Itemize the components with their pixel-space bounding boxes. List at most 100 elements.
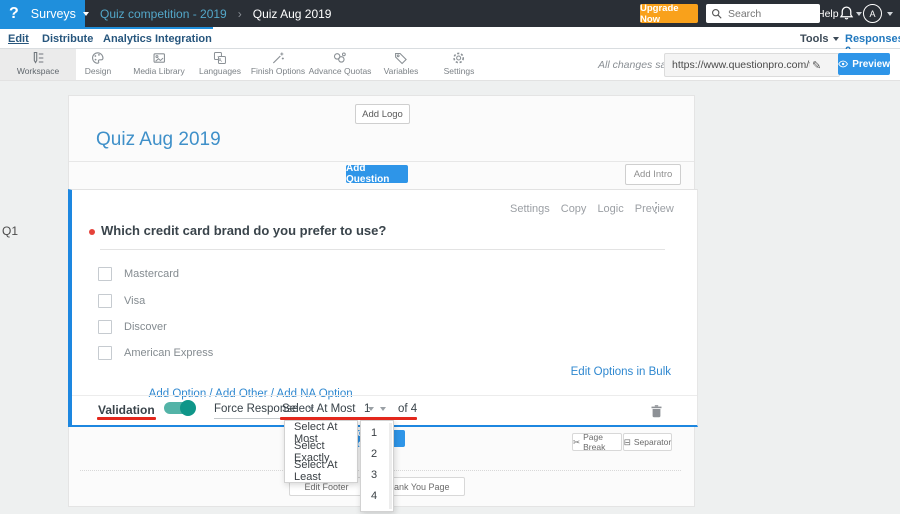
breadcrumb-current: Quiz Aug 2019 xyxy=(252,6,332,21)
tools-menu[interactable]: Tools xyxy=(800,33,839,45)
tool-variables[interactable]: Variables xyxy=(384,51,418,76)
caret-down-icon[interactable] xyxy=(887,12,893,16)
breadcrumb: Quiz competition - 2019 › Quiz Aug 2019 xyxy=(100,0,331,27)
brand-area[interactable]: ? Surveys xyxy=(0,0,89,27)
validation-toggle[interactable] xyxy=(164,400,196,416)
add-question-button-top[interactable]: Add Question xyxy=(346,163,408,185)
required-marker xyxy=(89,229,95,235)
translate-icon: A ˖ xyxy=(213,52,226,64)
add-logo-button[interactable]: Add Logo xyxy=(355,104,410,124)
edit-options-in-bulk-link[interactable]: Edit Options in Bulk xyxy=(571,366,671,378)
checkbox[interactable] xyxy=(98,294,112,308)
preview-label: Preview xyxy=(852,58,890,70)
gear-icon xyxy=(453,52,465,64)
quota-links-icon xyxy=(334,52,347,63)
checkbox[interactable] xyxy=(98,267,112,281)
tab-integration[interactable]: Integration xyxy=(155,33,212,45)
active-section-indicator xyxy=(0,27,213,29)
menu-item-select-at-least[interactable]: Select At Least xyxy=(285,459,357,483)
search-icon xyxy=(712,9,722,19)
product-switcher-label: Surveys xyxy=(30,6,76,21)
avatar[interactable]: A xyxy=(863,4,882,23)
divider xyxy=(69,161,694,162)
breadcrumb-separator: › xyxy=(237,6,242,21)
caret-down-icon xyxy=(832,37,839,41)
caret-down-icon[interactable] xyxy=(856,12,862,16)
option-label[interactable]: Mastercard xyxy=(124,268,179,280)
add-other-link[interactable]: Add Other xyxy=(215,388,267,400)
separator-button[interactable]: ⊟ Separator xyxy=(623,433,672,451)
option-label[interactable]: American Express xyxy=(124,347,213,359)
tool-languages[interactable]: A ˖ Languages xyxy=(199,51,241,76)
notifications-bell[interactable] xyxy=(839,5,854,26)
question-logic-link[interactable]: Logic xyxy=(597,203,623,215)
caret-down-icon xyxy=(380,407,387,411)
option-row[interactable]: Mastercard xyxy=(98,267,179,281)
trash-icon xyxy=(651,405,662,418)
tool-workspace[interactable]: Workspace xyxy=(17,51,59,76)
divider xyxy=(72,395,697,396)
option-row[interactable]: Discover xyxy=(98,320,167,334)
link-separator: / xyxy=(206,388,216,400)
page-break-icon: ✂ xyxy=(573,436,581,447)
add-intro-button[interactable]: Add Intro xyxy=(625,164,681,185)
page-break-button[interactable]: ✂ Page Break xyxy=(572,432,622,452)
edit-url-pencil-icon[interactable]: ✎ xyxy=(812,59,821,72)
option-row[interactable]: American Express xyxy=(98,346,213,360)
option-label[interactable]: Visa xyxy=(124,295,145,307)
questionpro-logo: ? xyxy=(9,4,19,22)
divider xyxy=(100,249,665,250)
checkbox[interactable] xyxy=(98,320,112,334)
top-bar: ? Surveys Quiz competition - 2019 › Quiz… xyxy=(0,0,900,27)
search-box[interactable] xyxy=(706,4,820,23)
tool-finish-options[interactable]: Finish Options xyxy=(251,51,305,76)
kebab-menu-icon[interactable]: ⋮ xyxy=(649,199,663,216)
validation-count-menu: 1 2 3 4 xyxy=(360,420,394,512)
share-url-box[interactable]: ✎ xyxy=(664,53,840,77)
add-option-link[interactable]: Add Option xyxy=(149,388,207,400)
validation-type-value: Select At Most xyxy=(282,403,356,415)
delete-question-button[interactable] xyxy=(650,404,663,423)
tools-label: Tools xyxy=(800,33,829,45)
question-settings-link[interactable]: Settings xyxy=(510,203,550,215)
scrollbar[interactable] xyxy=(389,423,392,509)
upgrade-now-button[interactable]: Upgrade Now xyxy=(640,2,698,25)
editor-toolbar: Workspace Design Media Library A ˖ Langu… xyxy=(0,49,900,81)
avatar-initial: A xyxy=(869,8,876,19)
validation-count-dropdown[interactable]: 1 xyxy=(364,403,387,415)
add-na-option-link[interactable]: Add NA Option xyxy=(277,388,353,400)
annotation-underline-validation xyxy=(97,417,156,420)
caret-down-icon xyxy=(82,11,89,16)
tool-advance-quotas[interactable]: Advance Quotas xyxy=(309,51,371,76)
image-icon xyxy=(153,53,165,63)
question-copy-link[interactable]: Copy xyxy=(561,203,587,215)
breadcrumb-parent[interactable]: Quiz competition - 2019 xyxy=(100,7,227,21)
help-link[interactable]: Help xyxy=(817,8,839,20)
question-block[interactable]: Settings Copy Logic Preview ⋮ Which cred… xyxy=(68,189,698,427)
option-label[interactable]: Discover xyxy=(124,321,167,333)
question-text[interactable]: Which credit card brand do you prefer to… xyxy=(101,223,386,238)
tool-settings[interactable]: Settings xyxy=(444,51,474,76)
validation-type-dropdown[interactable]: Select At Most xyxy=(282,403,374,415)
preview-button[interactable]: Preview xyxy=(838,53,890,75)
tool-design[interactable]: Design xyxy=(85,51,111,76)
edit-footer-label: Edit Footer xyxy=(304,481,349,492)
option-row[interactable]: Visa xyxy=(98,294,145,308)
toggle-knob xyxy=(180,400,196,416)
tab-analytics[interactable]: Analytics xyxy=(103,33,152,45)
separator-label: Separator xyxy=(633,437,672,447)
upgrade-now-label: Upgrade Now xyxy=(640,2,679,25)
tool-media-library[interactable]: Media Library xyxy=(133,51,185,76)
validation-count-value: 1 xyxy=(364,403,371,415)
checkbox[interactable] xyxy=(98,346,112,360)
tab-distribute[interactable]: Distribute xyxy=(42,33,93,45)
tab-edit[interactable]: Edit xyxy=(8,33,29,45)
add-intro-label: Add Intro xyxy=(633,169,673,180)
workspace-icon xyxy=(33,51,44,64)
annotation-underline-selection xyxy=(280,417,417,420)
share-url-input[interactable] xyxy=(670,58,812,72)
validation-type-menu: Select At Most Select Exactly Select At … xyxy=(284,420,358,483)
search-input[interactable] xyxy=(726,6,810,21)
of-total-label: of 4 xyxy=(398,403,418,415)
survey-title[interactable]: Quiz Aug 2019 xyxy=(96,129,221,151)
